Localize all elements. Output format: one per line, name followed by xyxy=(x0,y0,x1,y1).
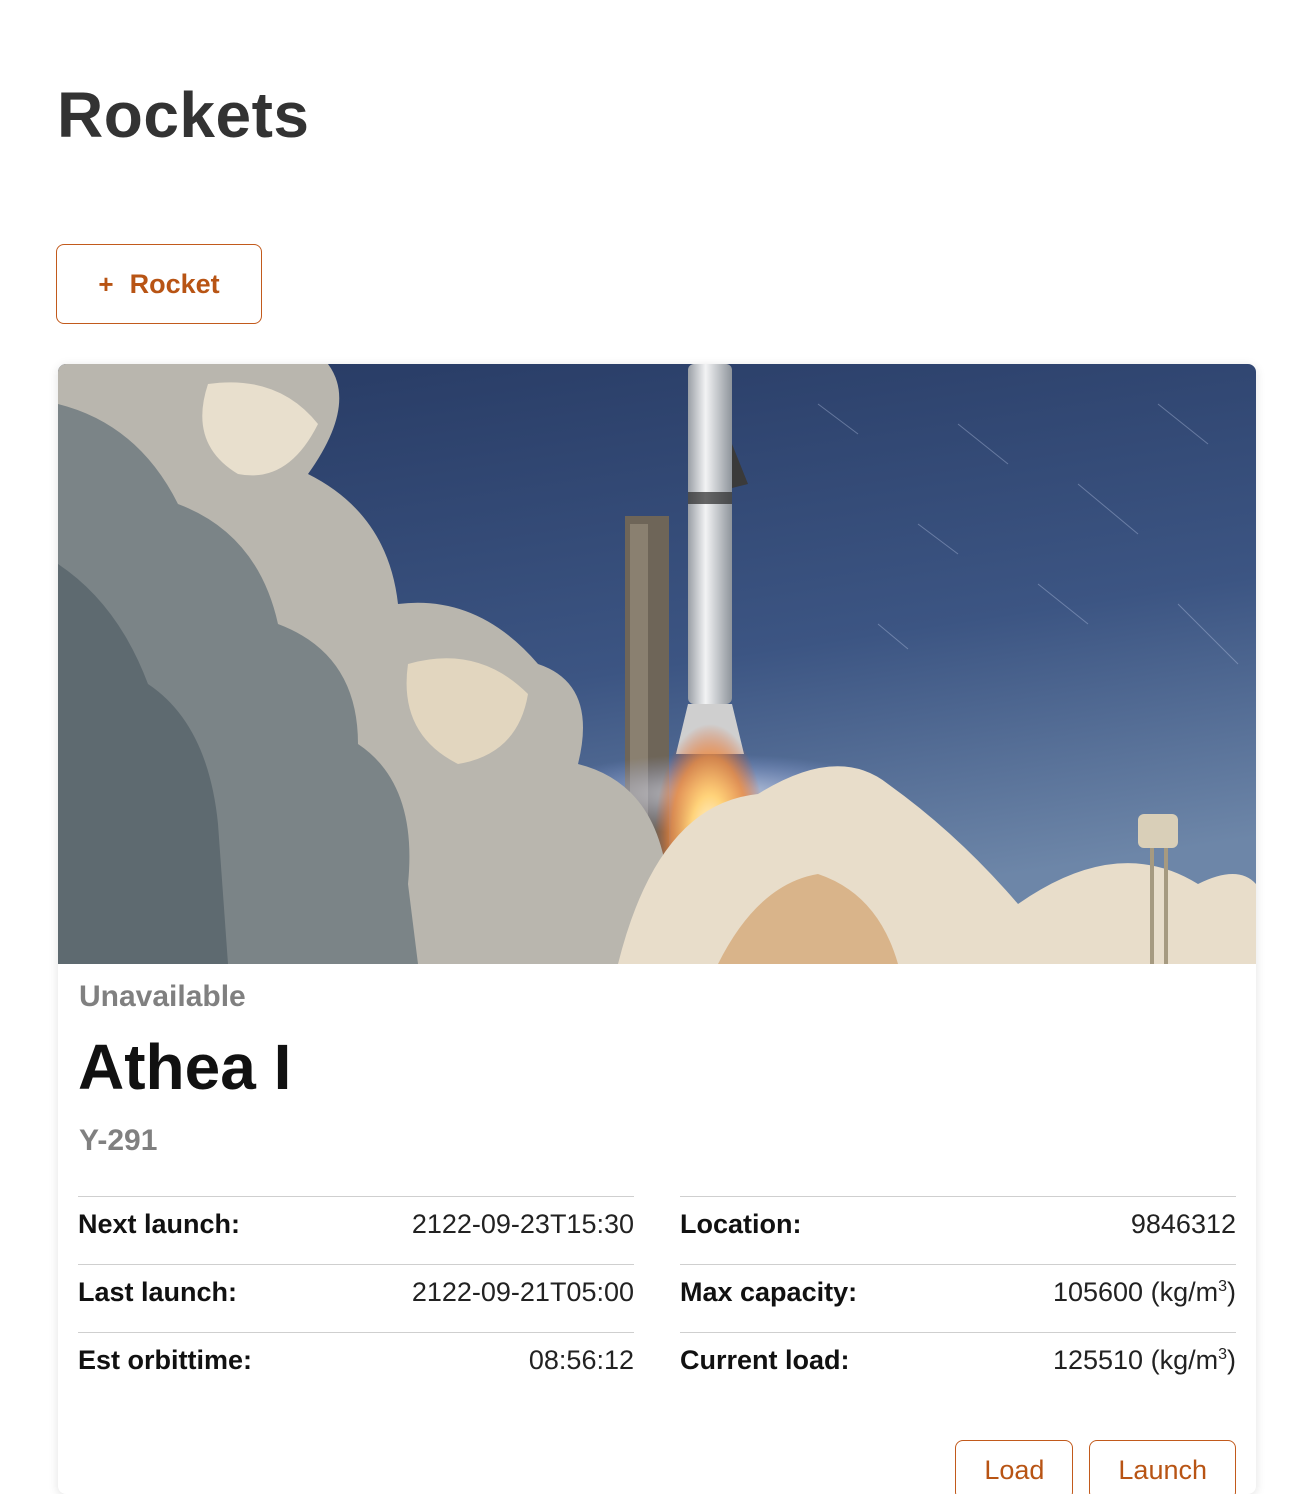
plus-icon: + xyxy=(98,268,114,299)
add-rocket-button[interactable]: + Rocket xyxy=(56,244,262,324)
rocket-name: Athea I xyxy=(78,1031,292,1103)
detail-value: 9846312 xyxy=(1130,1209,1236,1239)
rocket-card: Unavailable Athea I Y-291 Next launch: 2… xyxy=(58,364,1256,1494)
detail-label: Next launch: xyxy=(78,1209,241,1239)
detail-value: 08:56:12 xyxy=(528,1345,634,1375)
value-unit-close: ) xyxy=(1227,1277,1236,1307)
detail-label: Last launch: xyxy=(78,1277,238,1307)
rocket-serial: Y-291 xyxy=(79,1124,158,1157)
unit-exponent: 3 xyxy=(1218,1346,1227,1363)
detail-value: 105600 (kg/m3) xyxy=(1053,1277,1236,1308)
page-title: Rockets xyxy=(57,79,310,151)
unit-exponent: 3 xyxy=(1218,1278,1227,1295)
rocket-launch-image xyxy=(58,364,1256,964)
capacity-details: Location: 9846312 Max capacity: 105600 (… xyxy=(680,1196,1236,1400)
value-number: 125510 xyxy=(1052,1345,1144,1375)
launch-button[interactable]: Launch xyxy=(1089,1440,1236,1494)
add-rocket-label: Rocket xyxy=(129,268,220,299)
card-actions: Load Launch xyxy=(955,1440,1236,1494)
detail-row-location: Location: 9846312 xyxy=(680,1196,1236,1264)
detail-value: 2122-09-23T15:30 xyxy=(411,1209,634,1239)
detail-label: Est orbittime: xyxy=(78,1345,253,1375)
detail-row-max-capacity: Max capacity: 105600 (kg/m3) xyxy=(680,1264,1236,1332)
detail-label: Current load: xyxy=(680,1345,850,1375)
value-unit-close: ) xyxy=(1227,1345,1236,1375)
value-unit: (kg/m xyxy=(1150,1277,1219,1307)
value-number: 105600 xyxy=(1052,1277,1144,1307)
detail-row-orbittime: Est orbittime: 08:56:12 xyxy=(78,1332,634,1400)
detail-row-current-load: Current load: 125510 (kg/m3) xyxy=(680,1332,1236,1400)
value-unit: (kg/m xyxy=(1150,1345,1219,1375)
detail-label: Max capacity: xyxy=(680,1277,858,1307)
detail-value: 2122-09-21T05:00 xyxy=(411,1277,634,1307)
detail-label: Location: xyxy=(680,1209,802,1239)
detail-value: 125510 (kg/m3) xyxy=(1053,1345,1236,1376)
status-badge: Unavailable xyxy=(79,980,246,1013)
load-button[interactable]: Load xyxy=(955,1440,1074,1494)
detail-row-next-launch: Next launch: 2122-09-23T15:30 xyxy=(78,1196,634,1264)
launch-details: Next launch: 2122-09-23T15:30 Last launc… xyxy=(78,1196,634,1400)
detail-row-last-launch: Last launch: 2122-09-21T05:00 xyxy=(78,1264,634,1332)
